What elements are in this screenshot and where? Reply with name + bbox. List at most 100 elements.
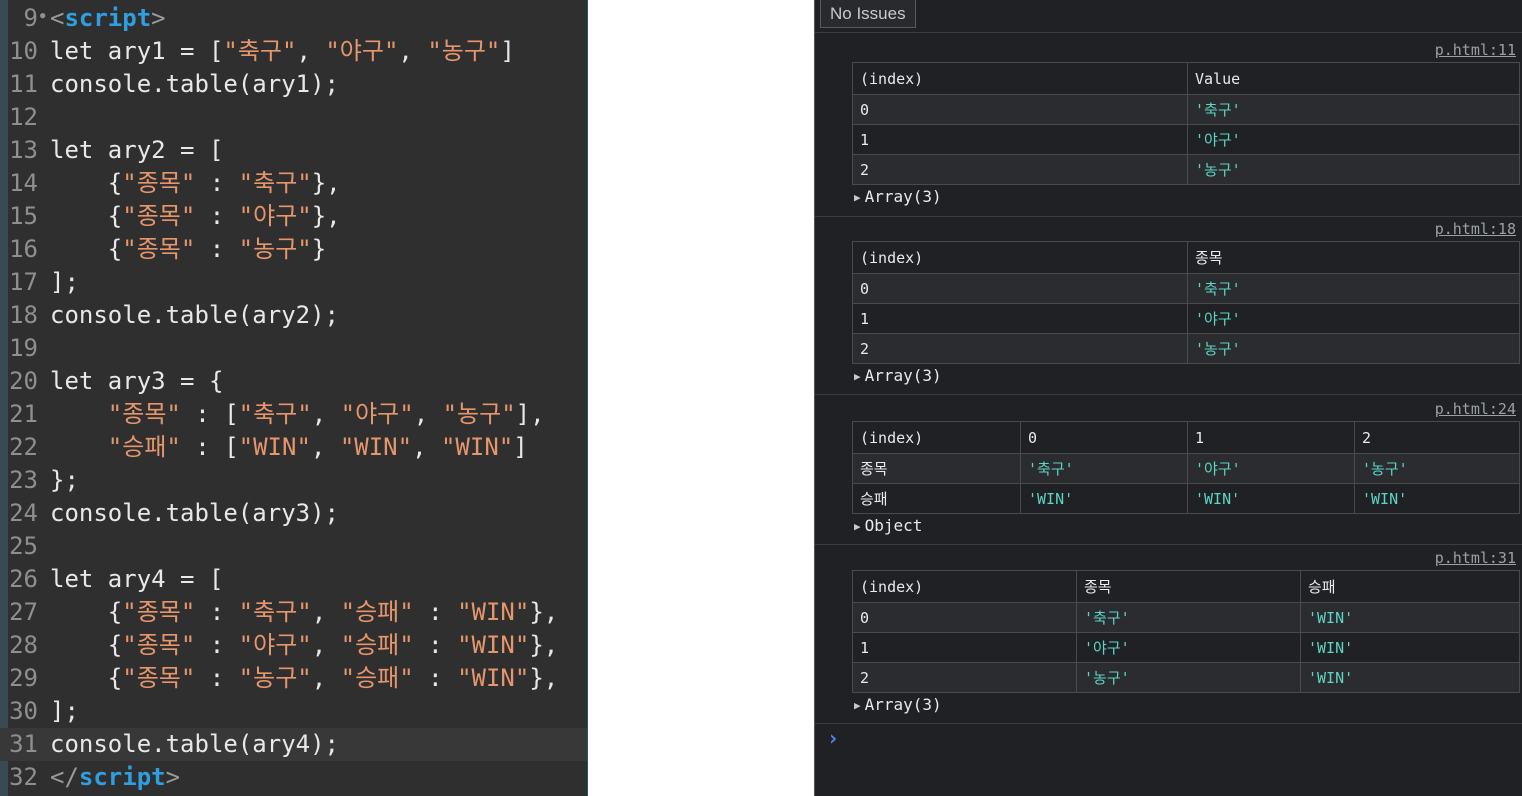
expand-triangle-icon[interactable]: ▶: [854, 370, 861, 383]
expand-triangle-icon[interactable]: ▶: [854, 520, 861, 533]
code-token: :: [413, 664, 458, 692]
code-token: script: [78, 763, 166, 791]
value-cell: 'WIN': [1300, 662, 1520, 693]
line-number: 13: [9, 136, 38, 164]
code-line[interactable]: 19: [0, 332, 588, 365]
line-number: 14: [9, 169, 38, 197]
code-token: "야구": [325, 37, 399, 65]
code-token: let ary1 = [: [50, 37, 224, 65]
code-token: ,: [296, 37, 326, 65]
column-header[interactable]: 승패: [1300, 570, 1520, 603]
code-token: :: [195, 169, 239, 197]
line-number: 9: [23, 4, 38, 32]
line-number: 19: [9, 334, 38, 362]
source-link[interactable]: p.html:18: [1435, 220, 1516, 238]
code-token: console.table(ary4);: [50, 730, 339, 758]
code-line[interactable]: 28 {"종목" : "야구", "승패" : "WIN"},: [0, 629, 588, 662]
column-header[interactable]: 0: [1020, 421, 1188, 454]
console-prompt-icon[interactable]: ›: [827, 726, 839, 750]
code-line[interactable]: 12: [0, 101, 588, 134]
column-header[interactable]: (index): [852, 241, 1188, 274]
code-line[interactable]: 21 "종목" : ["축구", "야구", "농구"],: [0, 398, 588, 431]
code-token: "WIN": [457, 598, 530, 626]
code-text: {"종목" : "야구", "승패" : "WIN"},: [50, 629, 558, 662]
column-header[interactable]: (index): [852, 570, 1077, 603]
code-editor[interactable]: 9 ● <script> 10 let ary1 = ["축구", "야구", "농구"…: [0, 0, 588, 796]
code-line[interactable]: 10 let ary1 = ["축구", "야구", "농구"]: [0, 35, 588, 68]
column-header[interactable]: 종목: [1187, 241, 1520, 274]
code-token: "승패": [340, 664, 414, 692]
code-line[interactable]: 23};: [0, 464, 588, 497]
value-cell: '축구': [1020, 453, 1188, 484]
devtools-console[interactable]: No Issues p.html:11 (index) Value 0 '축구' 1 '야구…: [814, 0, 1522, 796]
code-token: ,: [413, 400, 443, 428]
code-line[interactable]: 29 {"종목" : "농구", "승패" : "WIN"},: [0, 662, 588, 695]
code-token: "야구": [340, 400, 414, 428]
code-token: {: [50, 664, 123, 692]
index-cell: 0: [852, 602, 1077, 633]
code-token: "종목": [122, 598, 196, 626]
object-summary[interactable]: ▶ Array(3): [854, 366, 942, 385]
issues-button[interactable]: No Issues: [820, 0, 916, 28]
code-line[interactable]: 16 {"종목" : "농구"}: [0, 233, 588, 266]
code-line[interactable]: 14 {"종목" : "축구"},: [0, 167, 588, 200]
column-header[interactable]: 종목: [1076, 570, 1301, 603]
table-row: 2 '농구': [852, 154, 1520, 185]
value-cell: '축구': [1187, 94, 1520, 125]
code-line[interactable]: 18 console.table(ary2);: [0, 299, 588, 332]
column-header[interactable]: (index): [852, 421, 1021, 454]
code-text: let ary3 = {: [50, 365, 223, 398]
object-summary[interactable]: ▶ Array(3): [854, 695, 942, 714]
table-row: 2 '농구': [852, 333, 1520, 364]
code-line[interactable]: 9 ● <script>: [0, 2, 588, 35]
code-token: "승패": [340, 598, 414, 626]
line-number: 27: [9, 598, 38, 626]
code-line[interactable]: 13 let ary2 = [: [0, 134, 588, 167]
code-token: ,: [412, 433, 441, 461]
code-line[interactable]: 11 console.table(ary1);: [0, 68, 588, 101]
column-header[interactable]: 1: [1187, 421, 1355, 454]
column-header[interactable]: 2: [1354, 421, 1520, 454]
code-token: : [: [180, 433, 239, 461]
object-summary[interactable]: ▶ Object: [854, 516, 922, 535]
object-summary[interactable]: ▶ Array(3): [854, 187, 942, 206]
code-line[interactable]: 27 {"종목" : "축구", "승패" : "WIN"},: [0, 596, 588, 629]
index-cell: 2: [852, 662, 1077, 693]
code-token: "WIN": [457, 664, 530, 692]
code-token: :: [195, 598, 239, 626]
code-line[interactable]: 15 {"종목" : "야구"},: [0, 200, 588, 233]
source-link[interactable]: p.html:24: [1435, 400, 1516, 418]
line-number: 12: [9, 103, 38, 131]
code-line[interactable]: 25: [0, 530, 588, 563]
code-token: "WIN": [339, 433, 413, 461]
table-row: 1 '야구': [852, 303, 1520, 334]
source-link[interactable]: p.html:31: [1435, 549, 1516, 567]
column-header[interactable]: (index): [852, 62, 1188, 95]
code-line[interactable]: 17];: [0, 266, 588, 299]
code-line[interactable]: 24 console.table(ary3);: [0, 497, 588, 530]
pane-splitter[interactable]: [587, 0, 588, 796]
code-line[interactable]: 22 "승패" : ["WIN", "WIN", "WIN"]: [0, 431, 588, 464]
column-header[interactable]: Value: [1187, 62, 1520, 95]
code-token: "종목": [122, 664, 196, 692]
code-text: {"종목" : "축구", "승패" : "WIN"},: [50, 596, 558, 629]
code-token: script: [64, 4, 152, 32]
code-line[interactable]: 32 </script>: [0, 761, 588, 794]
value-cell: '농구': [1076, 662, 1301, 693]
line-number: 17: [9, 268, 38, 296]
code-line[interactable]: 26 let ary4 = [: [0, 563, 588, 596]
table-row: 1 '야구': [852, 124, 1520, 155]
code-line[interactable]: 20 let ary3 = {: [0, 365, 588, 398]
table-header-row: (index) Value: [852, 62, 1520, 95]
console-table: (index) 종목 0 '축구' 1 '야구' 2 '농구': [852, 241, 1520, 364]
code-text: ];: [50, 695, 79, 728]
expand-triangle-icon[interactable]: ▶: [854, 191, 861, 204]
code-line[interactable]: 30];: [0, 695, 588, 728]
source-link[interactable]: p.html:11: [1435, 41, 1516, 59]
code-token: :: [413, 598, 458, 626]
fold-marker-icon[interactable]: ●: [40, 2, 50, 30]
code-line[interactable]: 31 console.table(ary4);: [0, 728, 588, 761]
index-cell: 0: [852, 94, 1188, 125]
code-token: "농구": [238, 235, 312, 263]
expand-triangle-icon[interactable]: ▶: [854, 699, 861, 712]
